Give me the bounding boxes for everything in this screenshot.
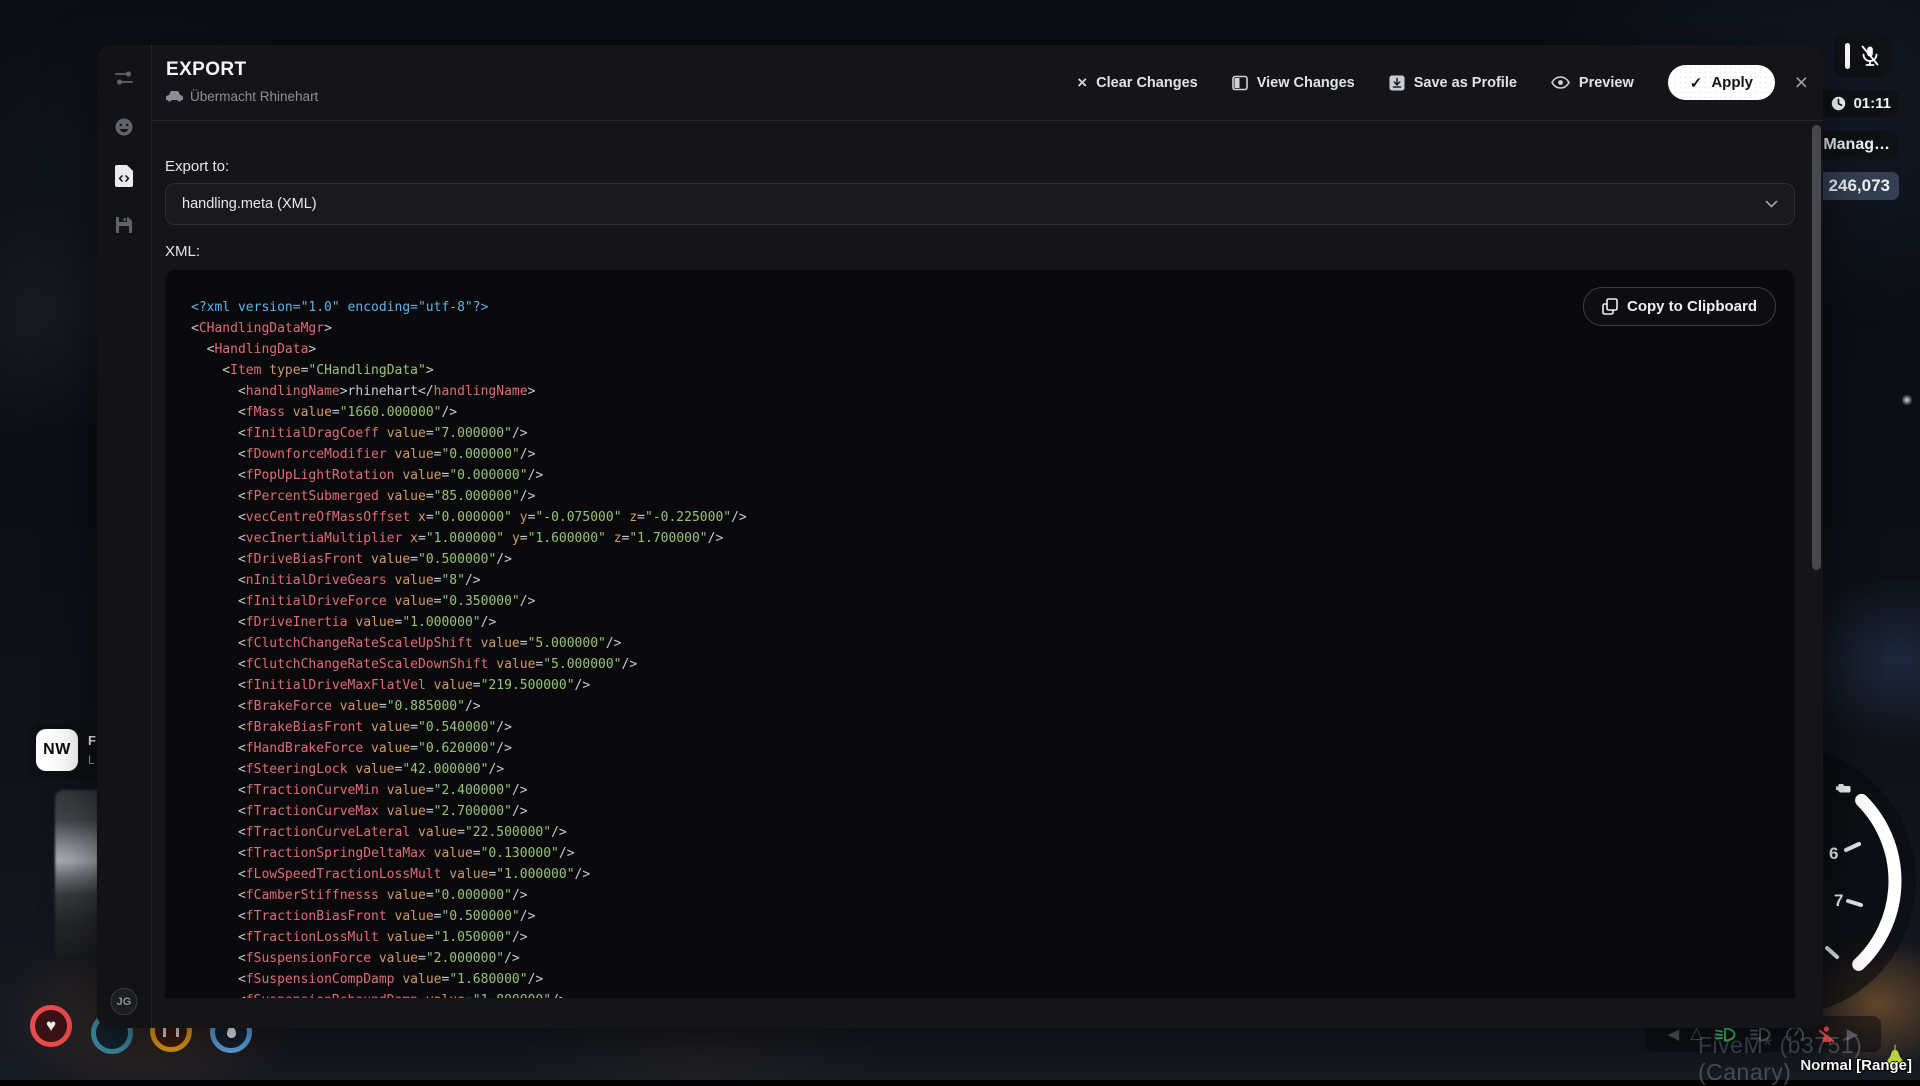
dialog-header: EXPORT Übermacht Rhinehart × Clear Chang… [152, 45, 1823, 121]
dialog-scrollbar[interactable] [1812, 125, 1821, 570]
vehicle-name: Übermacht Rhinehart [190, 89, 318, 104]
save-profiles-icon[interactable] [113, 214, 135, 236]
save-as-profile-button[interactable]: Save as Profile [1389, 75, 1517, 91]
car-icon [166, 90, 183, 103]
export-to-label: Export to: [165, 158, 229, 175]
export-dialog: JG EXPORT Übermacht Rhinehart × Clear Ch… [97, 45, 1823, 1028]
voice-range-label: Normal [Range] [1800, 1057, 1912, 1074]
voice-indicator [1834, 33, 1892, 78]
cosmetics-smiley-icon[interactable] [113, 116, 135, 138]
clear-changes-button[interactable]: × Clear Changes [1077, 73, 1197, 93]
gauge-number-6: 6 [1829, 844, 1838, 864]
xml-code-block[interactable]: <?xml version="1.0" encoding="utf-8"?><C… [165, 270, 1795, 998]
notification-app-badge: NW [36, 729, 78, 771]
save-download-icon [1389, 75, 1405, 91]
preview-button[interactable]: Preview [1551, 75, 1634, 91]
voice-level-bar-icon [1845, 43, 1850, 69]
tuning-sliders-icon[interactable] [113, 67, 135, 89]
xml-code: <?xml version="1.0" encoding="utf-8"?><C… [191, 297, 1795, 998]
water-drop-icon [227, 1027, 236, 1038]
gauge-number-7: 7 [1834, 891, 1843, 911]
export-file-code-icon[interactable] [113, 165, 135, 187]
close-icon[interactable]: × [1795, 71, 1808, 94]
notification-subtitle-fragment: L [88, 753, 95, 767]
car-photo-thumbnail [55, 790, 98, 958]
avatar: JG [111, 988, 138, 1015]
check-icon: ✓ [1690, 74, 1703, 92]
view-changes-button[interactable]: View Changes [1232, 75, 1355, 91]
eye-icon [1551, 76, 1570, 89]
export-format-select[interactable]: handling.meta (XML) [165, 183, 1795, 225]
clock-icon [1831, 96, 1846, 111]
clear-x-icon: × [1077, 73, 1087, 93]
xml-label: XML: [165, 243, 200, 260]
dialog-body: Export to: handling.meta (XML) XML: <?xm… [165, 120, 1795, 1028]
split-panel-icon [1232, 75, 1248, 91]
clock-time: 01:11 [1853, 95, 1891, 112]
page-title: EXPORT [166, 59, 247, 81]
heart-icon: ♥ [46, 1016, 56, 1036]
job-label: Manag… [1823, 136, 1890, 154]
copy-icon [1602, 298, 1618, 315]
apply-button[interactable]: ✓ Apply [1668, 65, 1775, 100]
engine-warning-icon [1835, 781, 1852, 795]
mic-muted-icon [1859, 44, 1881, 68]
copy-to-clipboard-button[interactable]: Copy to Clipboard [1583, 287, 1776, 326]
export-format-value: handling.meta (XML) [182, 196, 317, 212]
money-value: 246,073 [1829, 176, 1890, 196]
dialog-sidebar: JG [97, 45, 152, 1028]
notification-title-fragment: F [88, 733, 96, 748]
health-status-icon: ♥ [30, 1005, 72, 1047]
arrow-left-icon: ◀ [1668, 1027, 1680, 1042]
chevron-down-icon [1765, 200, 1778, 208]
